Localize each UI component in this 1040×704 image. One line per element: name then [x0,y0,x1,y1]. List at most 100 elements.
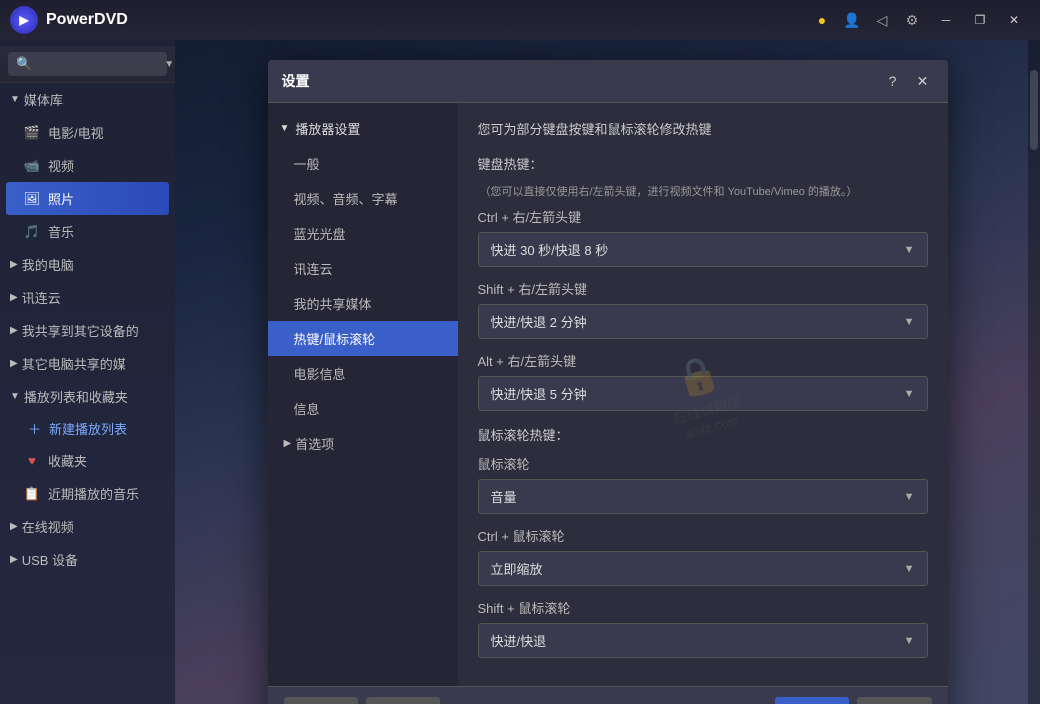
sidebar-item-mypc[interactable]: ▶ 我的电脑 [0,248,175,281]
title-bar-icons: ● 👤 ◁ ⚙ [814,12,920,28]
search-input[interactable] [38,57,158,71]
nav-video-audio-label: 视频、音频、字幕 [294,192,398,207]
sidebar-recent[interactable]: 📋 近期播放的音乐 [0,477,175,510]
dialog-help-button[interactable]: ? [882,70,904,92]
sidebar-item-movies[interactable]: 🎬 电影/电视 [0,116,175,149]
nav-item-general[interactable]: 一般 [268,146,458,181]
keyboard-section-label: 键盘热键： [478,154,928,173]
nav-item-video-audio[interactable]: 视频、音频、字幕 [268,181,458,216]
logo-icon: ▶ [10,6,38,34]
shared-to-expand-icon: ▶ [10,325,18,336]
shared-to-label: 我共享到其它设备的 [22,321,139,340]
app-logo: ▶ PowerDVD [10,6,128,34]
nav-shared-media-label: 我的共享媒体 [294,297,372,312]
app-body: 🔍 ▼ ▼ 媒体库 🎬 电影/电视 📹 视频 🖼 照片 [0,40,1040,704]
nav-general-label: 一般 [294,157,320,172]
ctrl-scroll-select[interactable]: 立即缩放 ▼ [478,551,928,586]
nav-item-movie-info[interactable]: 电影信息 [268,356,458,391]
expand-arrow-icon: ▶ [10,259,18,270]
modal-overlay: 设置 ? ✕ ▼ 播放器设置 [175,40,1040,704]
title-bar: ▶ PowerDVD ● 👤 ◁ ⚙ － ❐ ✕ [0,0,1040,40]
sidebar-item-video[interactable]: 📹 视频 [0,149,175,182]
nav-preferences-section[interactable]: ▶ 首选项 [268,426,458,461]
ok-button[interactable]: 确定 [775,697,849,704]
usb-expand-icon: ▶ [10,554,18,565]
dialog-footer: 注册 升级 确定 取消 [268,686,948,704]
close-button[interactable]: ✕ [998,4,1030,36]
ctrl-arrow-select[interactable]: 快进 30 秒/快退 8 秒 ▼ [478,232,928,267]
shift-arrow-dropdown-row: 快进/快退 2 分钟 ▼ [478,304,928,339]
window-controls: － ❐ ✕ [930,4,1030,36]
nav-item-info[interactable]: 信息 [268,391,458,426]
shift-scroll-label: Shift + 鼠标滚轮 [478,598,928,617]
recent-label: 近期播放的音乐 [48,484,161,503]
cloud-label: 讯连云 [22,288,61,307]
mouse-scroll-label: 鼠标滚轮 [478,454,928,473]
search-wrap[interactable]: 🔍 ▼ [8,52,167,76]
mypc-label: 我的电脑 [22,255,74,274]
sidebar-item-music[interactable]: 🎵 音乐 [0,215,175,248]
dialog-nav: ▼ 播放器设置 一般 视频、音频、字幕 蓝光光盘 [268,103,458,686]
status-icon[interactable]: ● [814,12,830,28]
nav-item-cloud[interactable]: 讯连云 [268,251,458,286]
dialog-title: 设置 [282,71,882,91]
app-title: PowerDVD [46,11,128,29]
sidebar-section-media[interactable]: ▼ 媒体库 [0,83,175,116]
alt-arrow-label: Alt + 右/左箭头键 [478,351,928,370]
favorites-label: 收藏夹 [48,451,161,470]
user-icon[interactable]: 👤 [844,12,860,28]
alt-arrow-select[interactable]: 快进/快退 5 分钟 ▼ [478,376,928,411]
register-button[interactable]: 注册 [284,697,358,704]
sidebar-item-shared-to[interactable]: ▶ 我共享到其它设备的 [0,314,175,347]
alt-arrow-value: 快进/快退 5 分钟 [491,384,587,403]
nav-item-bluray[interactable]: 蓝光光盘 [268,216,458,251]
nav-item-hotkey[interactable]: 热键/鼠标滚轮 [268,321,458,356]
gear-icon[interactable]: ⚙ [904,12,920,28]
search-icon: 🔍 [16,56,32,72]
shift-arrow-select[interactable]: 快进/快退 2 分钟 ▼ [478,304,928,339]
sidebar-usb[interactable]: ▶ USB 设备 [0,543,175,576]
alt-arrow-chevron: ▼ [904,388,915,400]
ctrl-arrow-dropdown-row: 快进 30 秒/快退 8 秒 ▼ [478,232,928,267]
upgrade-button[interactable]: 升级 [366,697,440,704]
music-icon: 🎵 [24,224,40,240]
online-expand-icon: ▶ [10,521,18,532]
sidebar-online-video[interactable]: ▶ 在线视频 [0,510,175,543]
sidebar-new-playlist[interactable]: ＋ 新建播放列表 [0,413,175,444]
cloud-expand-icon: ▶ [10,292,18,303]
mouse-scroll-select[interactable]: 音量 ▼ [478,479,928,514]
nav-player-section[interactable]: ▼ 播放器设置 [268,111,458,146]
ctrl-arrow-label: Ctrl + 右/左箭头键 [478,207,928,226]
recent-icon: 📋 [24,486,40,502]
maximize-button[interactable]: ❐ [964,4,996,36]
sidebar-movies-label: 电影/电视 [48,123,161,142]
nav-info-label: 信息 [294,402,320,417]
ctrl-arrow-chevron: ▼ [904,244,915,256]
sidebar-item-shared-from[interactable]: ▶ 其它电脑共享的媒 [0,347,175,380]
sidebar-item-cloud[interactable]: ▶ 讯连云 [0,281,175,314]
mouse-scroll-value: 音量 [491,487,517,506]
chevron-down-icon: ▼ [164,59,174,70]
online-label: 在线视频 [22,517,74,536]
shift-scroll-dropdown-row: 快进/快退 ▼ [478,623,928,658]
nav-item-shared-media[interactable]: 我的共享媒体 [268,286,458,321]
nav-prefs-label: 首选项 [295,434,334,453]
minimize-button[interactable]: － [930,4,962,36]
sidebar-item-photos[interactable]: 🖼 照片 [6,182,169,215]
shared-from-label: 其它电脑共享的媒 [22,354,126,373]
nav-bluray-label: 蓝光光盘 [294,227,346,242]
video-icon: 📹 [24,158,40,174]
sidebar-section-playlists[interactable]: ▼ 播放列表和收藏夹 [0,380,175,413]
playlists-label: 播放列表和收藏夹 [24,387,128,406]
shared-from-expand-icon: ▶ [10,358,18,369]
dialog-close-button[interactable]: ✕ [912,70,934,92]
keyboard-note: （您可以直接仅使用右/左箭头键，进行视频文件和 YouTube/Vimeo 的播… [478,183,928,199]
media-library-label: 媒体库 [24,90,63,109]
dialog-panel: 您可为部分键盘按键和鼠标滚轮修改热键 键盘热键： （您可以直接仅使用右/左箭头键… [458,103,948,686]
shift-scroll-select[interactable]: 快进/快退 ▼ [478,623,928,658]
sidebar-favorites[interactable]: ♥ 收藏夹 [0,444,175,477]
nav-hotkey-label: 热键/鼠标滚轮 [294,332,376,347]
cast-icon[interactable]: ◁ [874,12,890,28]
cancel-button[interactable]: 取消 [857,697,931,704]
heart-icon: ♥ [24,453,40,469]
